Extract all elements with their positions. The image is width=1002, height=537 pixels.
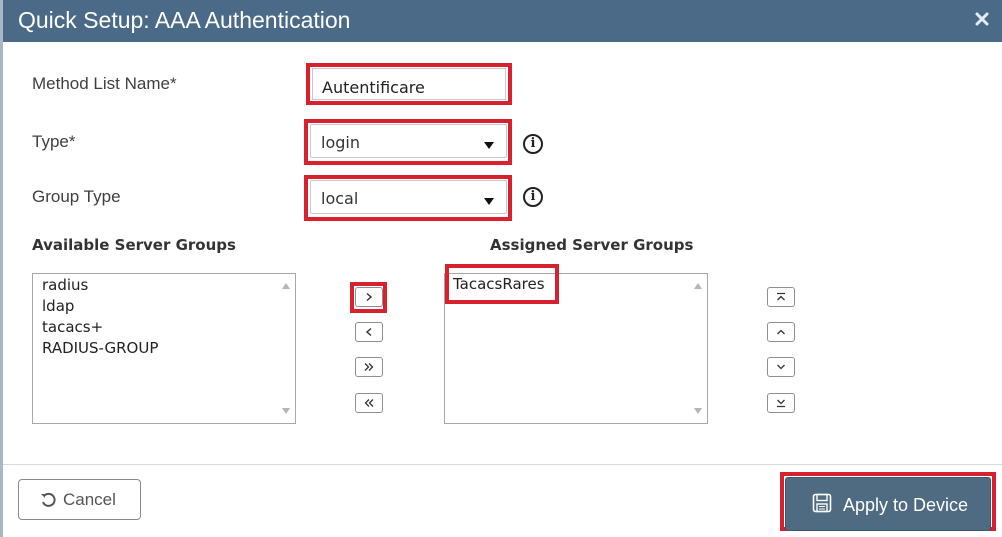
chevron-up-icon [775, 327, 787, 337]
move-top-icon [775, 292, 787, 302]
type-label: Type* [32, 132, 76, 151]
group-type-select[interactable]: local [310, 180, 507, 214]
list-item[interactable]: RADIUS-GROUP [42, 339, 158, 357]
highlight-assigned-item [445, 264, 559, 304]
scroll-down-arrow-icon[interactable] [694, 408, 702, 414]
double-chevron-right-icon [363, 362, 375, 372]
cancel-button-label: Cancel [63, 490, 116, 509]
save-icon [812, 493, 832, 518]
group-type-label: Group Type [32, 187, 121, 206]
assigned-server-groups-header: Assigned Server Groups [490, 236, 694, 254]
scroll-down-arrow-icon[interactable] [282, 408, 290, 414]
caret-down-icon [484, 198, 494, 205]
available-server-groups-header: Available Server Groups [32, 236, 236, 254]
group-type-info-icon[interactable]: i [523, 187, 543, 207]
type-info-icon[interactable]: i [523, 134, 543, 154]
remove-all-button[interactable] [355, 393, 383, 413]
dialog-titlebar: Quick Setup: AAA Authentication [3, 0, 1002, 42]
apply-to-device-button[interactable]: Apply to Device [785, 477, 991, 531]
caret-down-icon [484, 142, 494, 149]
add-selected-button[interactable] [355, 287, 383, 307]
list-item[interactable]: ldap [42, 297, 74, 315]
list-item[interactable]: tacacs+ [42, 318, 103, 336]
dialog-title: Quick Setup: AAA Authentication [18, 7, 351, 33]
chevron-left-icon [364, 327, 374, 337]
move-to-bottom-button[interactable] [767, 393, 795, 413]
move-bottom-icon [775, 398, 787, 408]
double-chevron-left-icon [363, 398, 375, 408]
undo-icon [40, 492, 57, 513]
method-list-name-input[interactable]: Autentificare [312, 68, 506, 100]
move-down-button[interactable] [767, 357, 795, 377]
list-item[interactable]: radius [42, 276, 88, 294]
chevron-down-icon [775, 362, 787, 372]
scroll-up-arrow-icon[interactable] [282, 283, 290, 289]
cancel-button[interactable]: Cancel [18, 479, 141, 520]
apply-to-device-label: Apply to Device [843, 495, 969, 515]
remove-selected-button[interactable] [355, 322, 383, 342]
chevron-right-icon [364, 292, 374, 302]
aaa-authentication-dialog: Quick Setup: AAA Authentication Method L… [0, 0, 1002, 537]
method-list-name-label: Method List Name* [32, 74, 177, 93]
type-select-value: login [321, 133, 360, 152]
footer-divider [3, 464, 1002, 465]
type-select[interactable]: login [310, 124, 507, 158]
scroll-up-arrow-icon[interactable] [694, 283, 702, 289]
add-all-button[interactable] [355, 357, 383, 377]
group-type-select-value: local [321, 189, 359, 208]
available-server-groups-list[interactable]: radius ldap tacacs+ RADIUS-GROUP [32, 273, 296, 424]
move-to-top-button[interactable] [767, 287, 795, 307]
close-icon[interactable] [973, 10, 991, 28]
move-up-button[interactable] [767, 322, 795, 342]
